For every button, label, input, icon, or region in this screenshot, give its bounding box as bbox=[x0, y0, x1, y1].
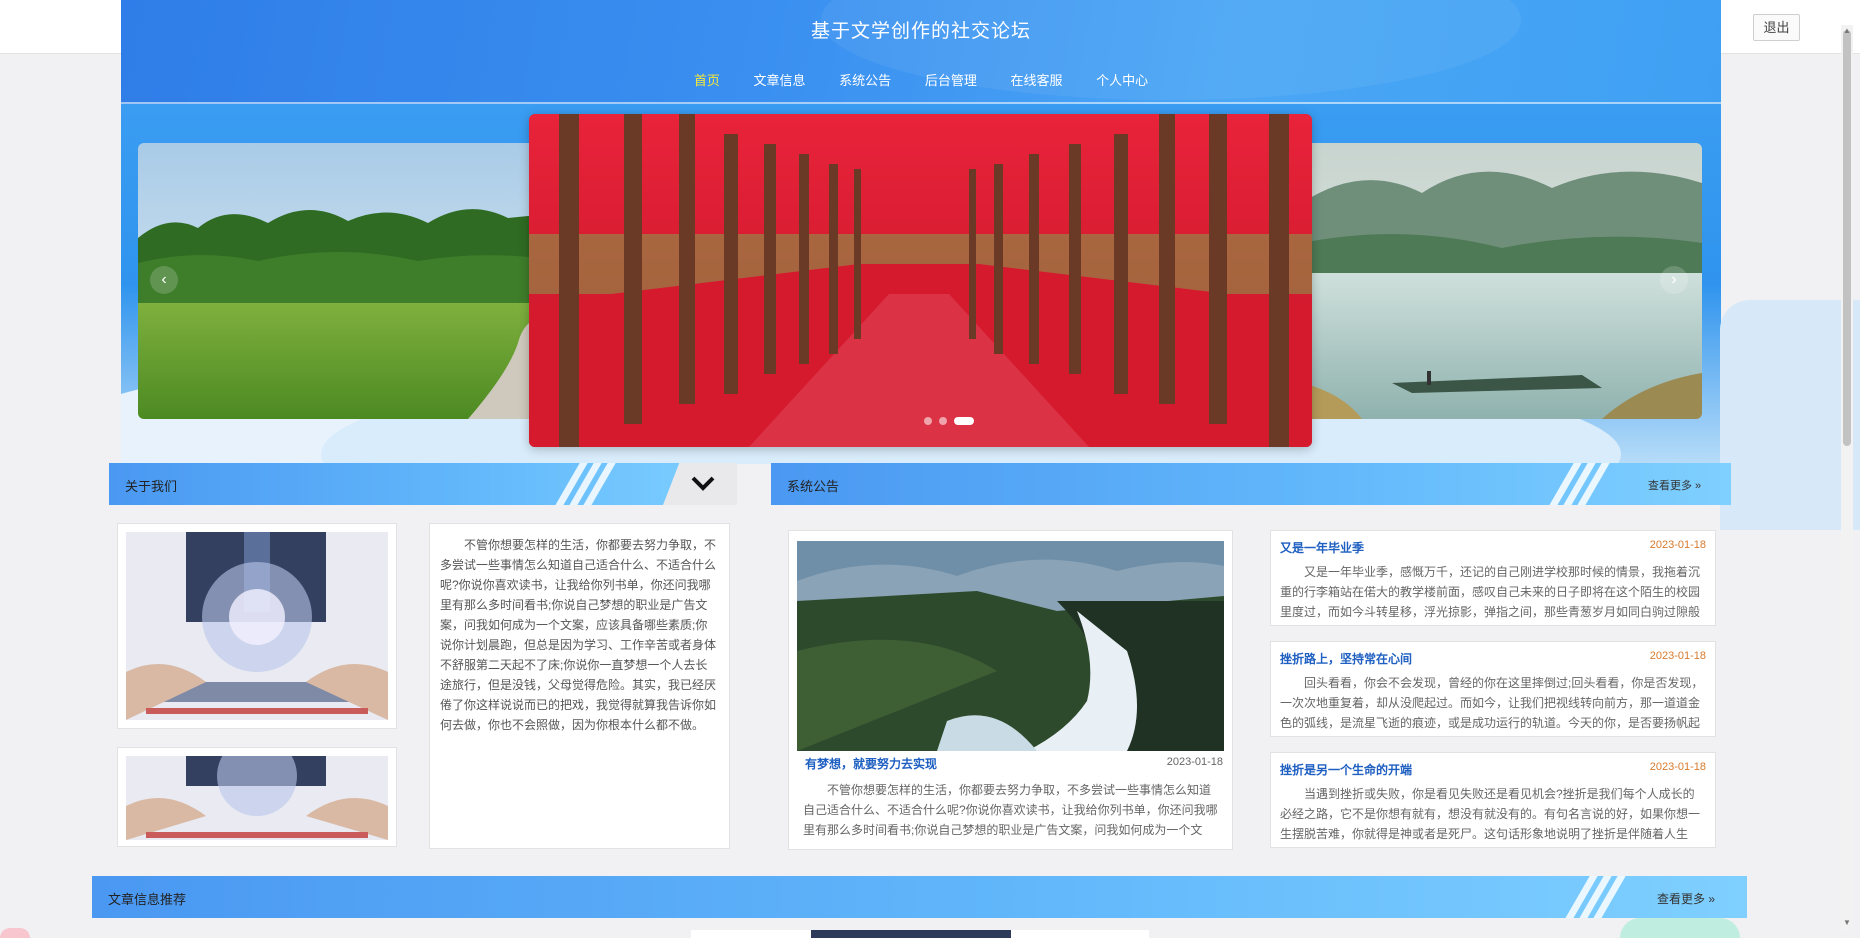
notice-item-date: 2023-01-18 bbox=[1649, 539, 1706, 551]
carousel-slide-red-trees[interactable] bbox=[529, 114, 1312, 447]
notice-item-date: 2023-01-18 bbox=[1649, 761, 1706, 773]
notice-item-body: 回头看看，你会不会发现，曾经的你在这里摔倒过;回头看看，你是否发现，一次次地重复… bbox=[1280, 676, 1704, 730]
notice-item-title[interactable]: 挫折路上，坚持常在心间 bbox=[1280, 650, 1706, 667]
about-text: 不管你想要怎样的生活，你都要去努力争取，不多尝试一些事情怎么知道自己适合什么、不… bbox=[429, 523, 730, 849]
nav-admin[interactable]: 后台管理 bbox=[925, 70, 977, 89]
featured-notice-date: 2023-01-18 bbox=[1166, 756, 1223, 768]
nav-home[interactable]: 首页 bbox=[694, 70, 720, 89]
notice-item[interactable]: 又是一年毕业季 2023-01-18 又是一年毕业季，感慨万千，还记的自己刚进学… bbox=[1270, 530, 1716, 626]
nav-profile[interactable]: 个人中心 bbox=[1096, 70, 1148, 89]
nav-notices[interactable]: 系统公告 bbox=[839, 70, 891, 89]
recommend-section-header: 文章信息推荐 查看更多 » bbox=[92, 876, 1747, 918]
waterfall-image bbox=[797, 541, 1224, 751]
carousel-slide-field[interactable] bbox=[138, 143, 538, 419]
lake-image bbox=[1302, 143, 1702, 419]
decorative-shape bbox=[1620, 918, 1740, 938]
notice-more-link[interactable]: 查看更多 » bbox=[1648, 477, 1701, 493]
notice-featured-card[interactable]: 有梦想，就要努力去实现 2023-01-18 不管你想要怎样的生活，你都要去努力… bbox=[788, 530, 1233, 850]
scroll-down-icon[interactable]: ▼ bbox=[1842, 918, 1852, 928]
red-trees-image bbox=[529, 114, 1312, 447]
notice-item-date: 2023-01-18 bbox=[1649, 650, 1706, 662]
notice-section-header: 系统公告 查看更多 » bbox=[771, 463, 1731, 505]
site-header: 基于文学创作的社交论坛 首页 文章信息 系统公告 后台管理 在线客服 个人中心 bbox=[121, 0, 1721, 104]
notice-title: 系统公告 bbox=[787, 479, 840, 494]
carousel-dots bbox=[924, 412, 981, 425]
tech-image bbox=[126, 532, 388, 720]
featured-notice-title[interactable]: 有梦想，就要努力去实现 bbox=[805, 755, 937, 772]
carousel-dot[interactable] bbox=[939, 416, 947, 425]
scrollbar-thumb[interactable] bbox=[1843, 30, 1851, 446]
about-title: 关于我们 bbox=[125, 479, 178, 494]
notice-item[interactable]: 挫折是另一个生命的开端 2023-01-18 当遇到挫折或失败，你是看见失败还是… bbox=[1270, 752, 1716, 848]
featured-notice-body: 不管你想要怎样的生活，你都要去努力争取，不多尝试一些事情怎么知道自己适合什么、不… bbox=[803, 783, 1218, 837]
field-image bbox=[138, 143, 538, 419]
about-section-header: 关于我们 bbox=[109, 463, 737, 505]
logout-button[interactable]: 退出 bbox=[1753, 14, 1800, 41]
carousel-next-button[interactable]: › bbox=[1660, 266, 1688, 294]
recommend-more-link[interactable]: 查看更多 » bbox=[1657, 890, 1715, 907]
carousel-slide-lake[interactable] bbox=[1302, 143, 1702, 419]
about-image-card-2 bbox=[117, 747, 397, 847]
recommend-title: 文章信息推荐 bbox=[108, 892, 187, 907]
notice-item-title[interactable]: 又是一年毕业季 bbox=[1280, 539, 1706, 556]
notice-item[interactable]: 挫折路上，坚持常在心间 2023-01-18 回头看看，你会不会发现，曾经的你在… bbox=[1270, 641, 1716, 737]
collapse-button[interactable] bbox=[663, 463, 737, 505]
recommend-card-top bbox=[691, 930, 1149, 938]
nav-service[interactable]: 在线客服 bbox=[1010, 70, 1062, 89]
notice-item-body: 又是一年毕业季，感慨万千，还记的自己刚进学校那时候的情景，我拖着沉重的行李箱站在… bbox=[1280, 565, 1701, 619]
site-title: 基于文学创作的社交论坛 bbox=[810, 21, 1031, 42]
notice-item-body: 当遇到挫折或失败，你是看见失败还是看见机会?挫折是我们每个人成长的必经之路，它不… bbox=[1280, 787, 1701, 841]
main-nav: 首页 文章信息 系统公告 后台管理 在线客服 个人中心 bbox=[121, 70, 1721, 89]
chevron-down-icon bbox=[691, 476, 715, 491]
tech-image bbox=[126, 756, 388, 840]
decorative-shape bbox=[0, 928, 30, 938]
carousel-prev-button[interactable]: ‹ bbox=[150, 266, 178, 294]
about-image-card-1 bbox=[117, 523, 397, 729]
decorative-shape bbox=[1720, 300, 1860, 530]
nav-articles[interactable]: 文章信息 bbox=[754, 70, 806, 89]
scroll-up-icon[interactable]: ▲ bbox=[1842, 26, 1852, 36]
carousel-dot-active[interactable] bbox=[954, 416, 974, 425]
notice-item-title[interactable]: 挫折是另一个生命的开端 bbox=[1280, 761, 1706, 778]
carousel-dot[interactable] bbox=[924, 416, 932, 425]
